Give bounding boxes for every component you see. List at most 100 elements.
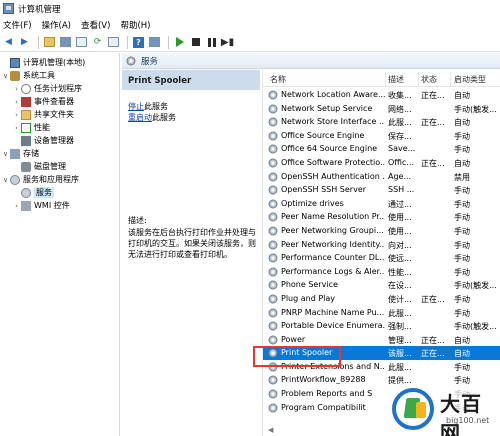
console-icon[interactable] [148, 36, 161, 49]
tree-item-device-manager[interactable]: 设备管理器 [12, 134, 74, 147]
properties-icon[interactable] [75, 36, 88, 49]
service-row[interactable]: Phone Service 在设... 手动(触发... [263, 278, 500, 292]
service-gear-icon [268, 185, 278, 195]
service-startup-type: 自动 [454, 349, 470, 359]
service-description-cell: 性能... [388, 267, 412, 277]
stop-service-link[interactable]: 停止 [128, 102, 144, 111]
scroll-left-arrow-icon[interactable]: ◀ [268, 426, 276, 434]
service-name: Performance Counter DL... [281, 253, 385, 263]
refresh-icon[interactable]: ⟳ [91, 36, 104, 49]
service-description-cell: 在设... [388, 281, 412, 291]
stop-service-icon[interactable] [189, 36, 202, 49]
collapse-arrow-icon[interactable]: ∨ [1, 150, 10, 158]
collapse-arrow-icon[interactable]: ∨ [1, 72, 10, 80]
tree-item-services[interactable]: 服务 [12, 186, 54, 199]
service-description-cell: SSH ... [388, 185, 415, 195]
show-hide-tree-icon[interactable] [59, 36, 72, 49]
service-row[interactable]: Office Source Engine 保存... 手动 [263, 129, 500, 143]
services-header: 服务 [122, 53, 500, 69]
service-row[interactable]: Network Store Interface ... 此服... 正在... 自动 [263, 115, 500, 129]
column-header-status[interactable]: 状态 [421, 74, 437, 85]
tree-label: WMI 控件 [34, 201, 70, 210]
column-header-separator[interactable] [450, 72, 451, 86]
service-row[interactable]: Plug and Play 使计... 正在... 手动 [263, 292, 500, 306]
service-description-cell: 使远... [388, 254, 412, 264]
tree-item-event-viewer[interactable]: › 事件查看器 [12, 95, 74, 108]
service-row[interactable]: OpenSSH Authentication ... Age... 禁用 [263, 170, 500, 184]
tree-label: 计算机管理(本地) [23, 58, 86, 67]
tree-item-performance[interactable]: › 性能 [12, 121, 50, 134]
tree-item-system-tools[interactable]: ∨ 系统工具 [1, 69, 55, 82]
up-folder-icon[interactable] [43, 36, 56, 49]
service-gear-icon [268, 389, 278, 399]
expand-arrow-icon[interactable]: › [12, 124, 21, 132]
service-description-cell: 使计... [388, 294, 412, 304]
column-separator[interactable] [418, 72, 419, 86]
menu-file[interactable]: 文件(F) [3, 19, 32, 31]
service-row[interactable]: Office 64 Source Engine Save... 手动 [263, 142, 500, 156]
tree-item-root[interactable]: 计算机管理(本地) [1, 56, 85, 69]
stop-service-line: 停止此服务 [128, 101, 168, 112]
service-row[interactable]: Portable Device Enumera... 强制... 手动(触发... [263, 319, 500, 333]
service-status: 正在... [421, 91, 445, 100]
tree-item-services-apps[interactable]: ∨ 服务和应用程序 [1, 173, 79, 186]
service-row[interactable]: OpenSSH SSH Server SSH ... 手动 [263, 183, 500, 197]
service-row[interactable]: Network Location Aware... 收集... 正在... 自动 [263, 88, 500, 102]
expand-arrow-icon[interactable]: › [12, 85, 21, 93]
service-gear-icon [268, 294, 278, 304]
computer-management-icon [3, 3, 14, 14]
service-name: Office Source Engine [281, 130, 365, 140]
help-icon[interactable]: ? [132, 36, 145, 49]
restart-service-icon[interactable]: ▶▮ [221, 36, 234, 49]
service-row[interactable]: Optimize drives 通过... 手动 [263, 197, 500, 211]
start-service-icon[interactable] [173, 36, 186, 49]
column-separator[interactable] [385, 72, 386, 86]
service-row[interactable]: Peer Networking Groupi... 使用... 手动 [263, 224, 500, 238]
service-startup-type: 手动 [454, 186, 470, 196]
title-bar: 计算机管理 [0, 0, 500, 17]
service-row[interactable]: Peer Name Resolution Pr... 使用... 手动 [263, 210, 500, 224]
expand-arrow-icon[interactable]: › [12, 111, 21, 119]
tree-item-task-scheduler[interactable]: › 任务计划程序 [12, 82, 82, 95]
service-gear-icon [268, 131, 278, 141]
column-header-startup-type[interactable]: 启动类型 [454, 74, 486, 85]
service-name: Peer Name Resolution Pr... [281, 212, 385, 222]
performance-icon [21, 122, 31, 133]
menu-help[interactable]: 帮助(H) [120, 19, 150, 31]
menu-action[interactable]: 操作(A) [42, 19, 71, 31]
service-name: Network Setup Service [281, 103, 373, 113]
service-row[interactable]: Office Software Protectio... Offic... 正在..… [263, 156, 500, 170]
service-row[interactable]: PNRP Machine Name Pu... 此服... 手动 [263, 306, 500, 320]
pause-service-icon[interactable] [205, 36, 218, 49]
service-description-cell: 收集... [388, 91, 412, 100]
service-status: 正在... [421, 349, 445, 359]
service-startup-type: 手动(触发... [454, 281, 497, 291]
restart-service-link[interactable]: 重启动 [128, 113, 152, 122]
service-name: Network Location Aware... [281, 90, 385, 99]
service-row[interactable]: Power 管理... 正在... 自动 [263, 333, 500, 347]
service-row[interactable]: Network Setup Service 网络... 手动(触发... [263, 102, 500, 116]
service-row[interactable]: Performance Logs & Aler... 性能... 手动 [263, 265, 500, 279]
service-startup-type: 手动 [454, 213, 470, 223]
collapse-arrow-icon[interactable]: ∨ [1, 176, 10, 184]
tree-item-disk-management[interactable]: 磁盘管理 [12, 160, 66, 173]
tree-item-shared-folders[interactable]: › 共享文件夹 [12, 108, 74, 121]
tree-item-storage[interactable]: ∨ 存储 [1, 147, 39, 160]
forward-arrow-icon[interactable]: ▶ [18, 36, 31, 49]
expand-arrow-icon[interactable]: › [12, 202, 21, 210]
expand-arrow-icon[interactable]: › [12, 98, 21, 106]
service-row[interactable]: Performance Counter DL... 使远... 手动 [263, 251, 500, 265]
column-header-name[interactable]: 名称 [270, 74, 286, 85]
back-arrow-icon[interactable]: ◀ [2, 36, 15, 49]
column-header-description[interactable]: 描述 [388, 74, 404, 85]
service-gear-icon [268, 90, 278, 100]
service-name: PrintWorkflow_89288 [281, 375, 366, 385]
export-list-icon[interactable] [107, 36, 120, 49]
service-gear-icon [268, 158, 278, 168]
tree-item-wmi[interactable]: › WMI 控件 [12, 199, 70, 212]
service-row[interactable]: Peer Networking Identity... 向对... 手动 [263, 238, 500, 252]
menu-view[interactable]: 查看(V) [81, 19, 110, 31]
watermark-logo-icon [392, 388, 434, 430]
service-name: OpenSSH Authentication ... [281, 171, 385, 181]
services-gear-icon [126, 56, 136, 65]
